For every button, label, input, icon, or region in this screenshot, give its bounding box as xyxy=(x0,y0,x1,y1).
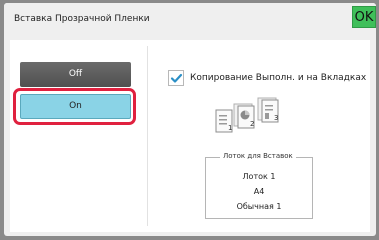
insert-tray-legend: Лоток для Вставок xyxy=(220,152,296,160)
page-1-icon: 1 xyxy=(215,109,233,133)
page-3-icon: 3 xyxy=(261,99,279,123)
dialog-title: Вставка Прозрачной Пленки xyxy=(14,14,150,24)
dialog-panel: Вставка Прозрачной Пленки OK Off On Копи… xyxy=(4,3,376,236)
ok-button[interactable]: OK xyxy=(352,6,376,28)
copy-on-tabs-label: Копирование Выполн. и на Вкладках xyxy=(190,73,367,83)
checkmark-icon xyxy=(170,73,183,83)
tray-name: Лоток 1 xyxy=(242,172,276,181)
divider xyxy=(147,46,148,226)
copy-on-tabs-checkbox[interactable] xyxy=(168,70,184,86)
screen-frame: Вставка Прозрачной Пленки OK Off On Копи… xyxy=(0,0,379,240)
paper-size: A4 xyxy=(253,187,265,196)
title-bar: Вставка Прозрачной Пленки OK xyxy=(4,3,376,37)
transparency-pages-icon: 1 2 3 xyxy=(215,97,279,133)
off-button[interactable]: Off xyxy=(20,62,131,87)
paper-type: Обычная 1 xyxy=(236,202,282,211)
page-3-number: 3 xyxy=(274,114,278,122)
page-2-icon: 2 xyxy=(237,105,255,129)
page-1-number: 1 xyxy=(228,124,232,132)
page-2-number: 2 xyxy=(250,120,254,128)
settings-area: Off On Копирование Выполн. и на Вкладках… xyxy=(10,40,370,232)
on-button[interactable]: On xyxy=(20,94,131,119)
